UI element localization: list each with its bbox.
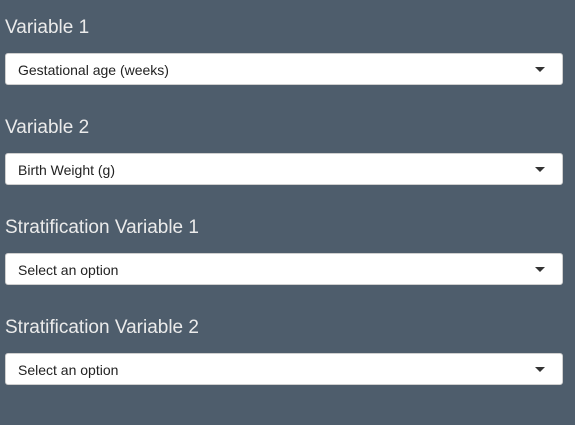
- stratification-variable-1-placeholder: Select an option: [18, 262, 119, 278]
- stratification-variable-2-label: Stratification Variable 2: [5, 317, 199, 338]
- variable-2-label: Variable 2: [5, 117, 90, 138]
- caret-down-icon: [535, 167, 545, 172]
- variable-1-select[interactable]: Gestational age (weeks): [5, 53, 563, 85]
- variable-1-selected-value: Gestational age (weeks): [18, 62, 169, 78]
- caret-down-icon: [535, 367, 545, 372]
- caret-down-icon: [535, 267, 545, 272]
- variable-1-label: Variable 1: [5, 17, 90, 38]
- stratification-variable-2-select[interactable]: Select an option: [5, 353, 563, 385]
- variable-2-select[interactable]: Birth Weight (g): [5, 153, 563, 185]
- stratification-variable-1-label: Stratification Variable 1: [5, 217, 199, 238]
- stratification-variable-2-placeholder: Select an option: [18, 362, 119, 378]
- caret-down-icon: [535, 67, 545, 72]
- stratification-variable-1-select[interactable]: Select an option: [5, 253, 563, 285]
- variable-2-selected-value: Birth Weight (g): [18, 162, 115, 178]
